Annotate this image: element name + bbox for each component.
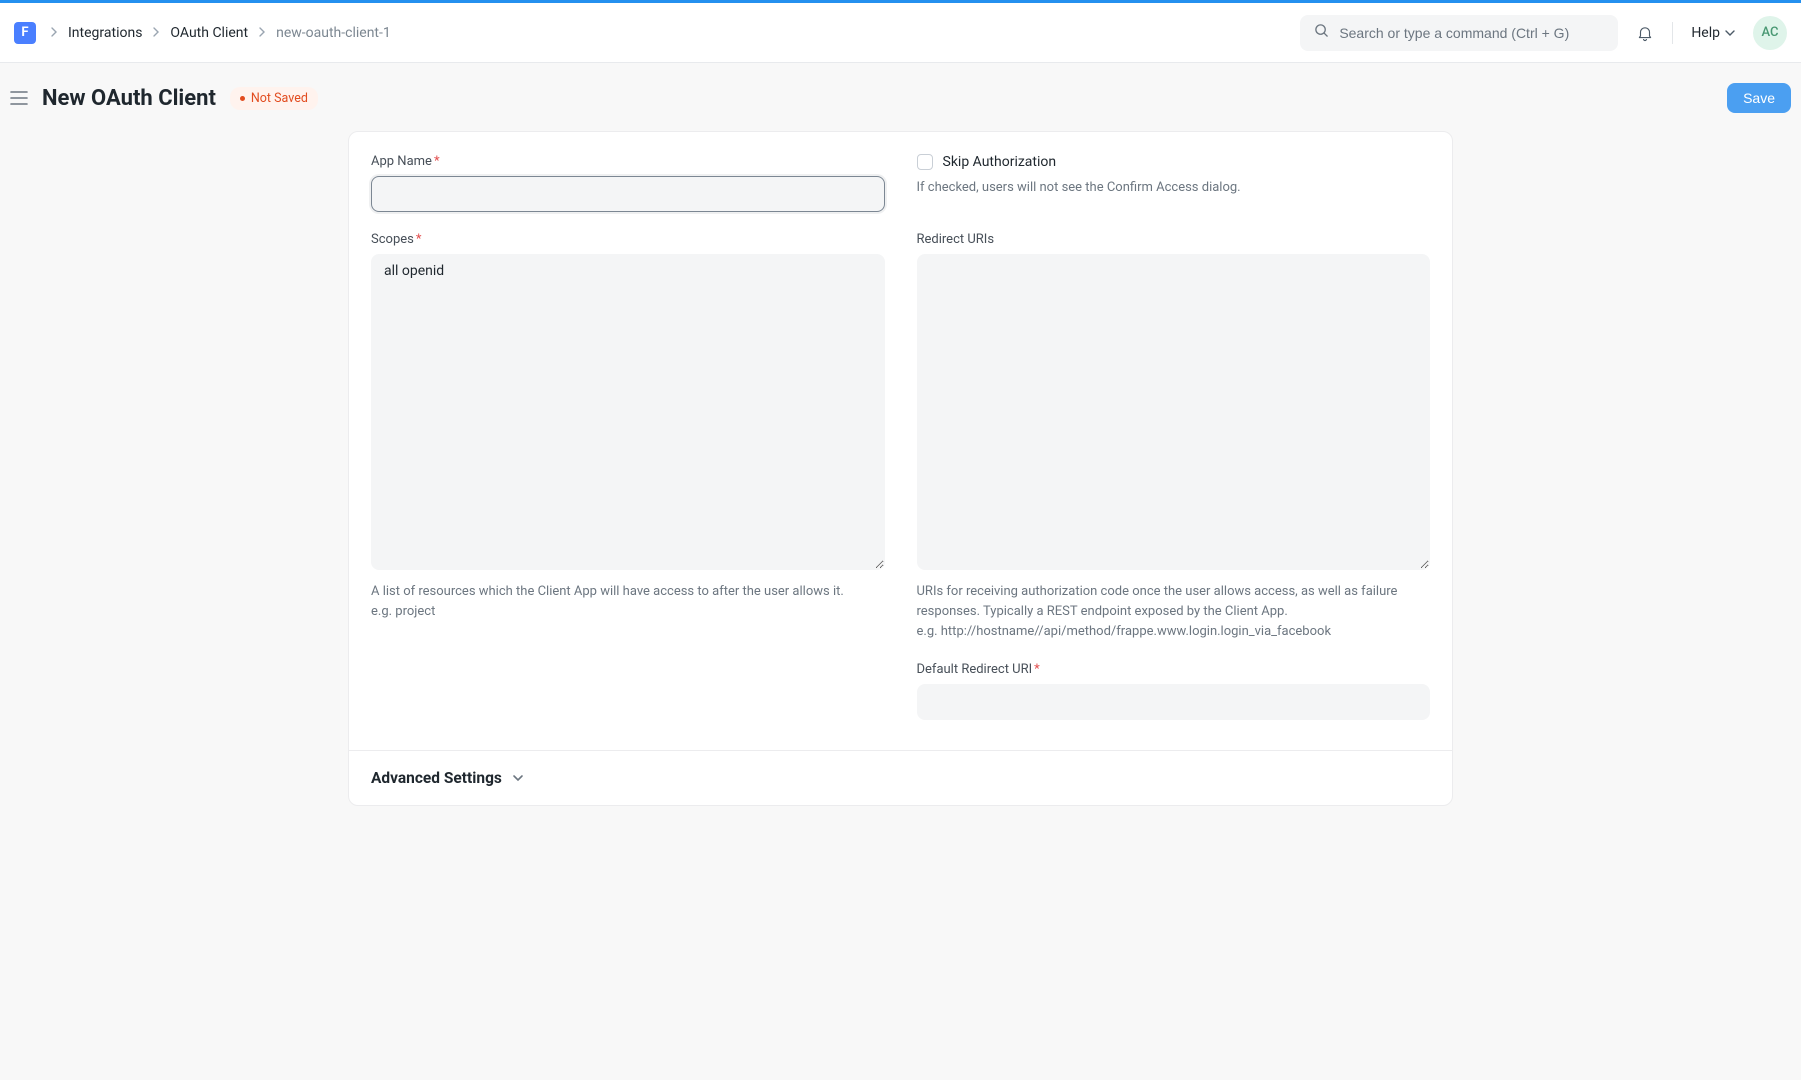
avatar[interactable]: AC [1753,16,1787,50]
page-header: New OAuth Client Not Saved Save [10,63,1791,131]
chevron-down-icon [512,773,524,783]
app-logo[interactable]: F [14,22,36,44]
status-dot-icon [240,96,245,101]
required-indicator: * [434,154,440,169]
chevron-right-icon [258,26,266,40]
skip-authorization-help: If checked, users will not see the Confi… [917,178,1431,198]
field-redirect-uris: Redirect URIs URIs for receiving authori… [917,232,1431,642]
field-default-redirect-uri: Default Redirect URI* [917,662,1431,720]
breadcrumb-current: new-oauth-client-1 [276,25,391,41]
app-name-label: App Name* [371,154,885,169]
search-bar[interactable] [1300,15,1618,51]
app-logo-letter: F [21,25,28,40]
chevron-down-icon [1725,25,1735,41]
skip-authorization-checkbox[interactable] [917,154,933,170]
required-indicator: * [1034,662,1040,677]
separator [1672,22,1673,44]
chevron-right-icon [152,26,160,40]
default-redirect-uri-input[interactable] [917,684,1431,720]
breadcrumb: Integrations OAuth Client new-oauth-clie… [50,25,391,41]
redirect-uris-label: Redirect URIs [917,232,1431,247]
save-button[interactable]: Save [1727,83,1791,113]
redirect-uris-help: URIs for receiving authorization code on… [917,582,1431,642]
avatar-initials: AC [1761,25,1778,40]
search-input[interactable] [1339,25,1604,41]
field-app-name: App Name* [371,154,885,212]
advanced-settings-toggle[interactable]: Advanced Settings [371,769,1430,787]
status-badge: Not Saved [230,87,318,110]
advanced-settings-section: Advanced Settings [349,750,1452,805]
navbar: F Integrations OAuth Client new-oauth-cl… [0,3,1801,63]
breadcrumb-oauth-client[interactable]: OAuth Client [170,25,248,41]
search-icon [1314,23,1329,42]
app-name-input[interactable] [371,176,885,212]
bell-icon[interactable] [1636,24,1654,42]
page-title: New OAuth Client [42,86,216,111]
breadcrumb-integrations[interactable]: Integrations [68,25,142,41]
field-skip-authorization: Skip Authorization If checked, users wil… [917,154,1431,198]
scopes-label: Scopes* [371,232,885,247]
menu-icon[interactable] [10,91,28,105]
field-scopes: Scopes* A list of resources which the Cl… [371,232,885,622]
skip-authorization-label: Skip Authorization [943,154,1057,170]
chevron-right-icon [50,26,58,40]
scopes-help: A list of resources which the Client App… [371,582,885,622]
status-badge-label: Not Saved [251,91,308,106]
help-menu[interactable]: Help [1691,25,1735,41]
default-redirect-uri-label: Default Redirect URI* [917,662,1431,677]
required-indicator: * [416,232,422,247]
scopes-textarea[interactable] [371,254,885,570]
redirect-uris-textarea[interactable] [917,254,1431,570]
form-card: App Name* Skip Authorization If checked,… [348,131,1453,806]
help-label: Help [1691,25,1720,41]
advanced-settings-title: Advanced Settings [371,769,502,787]
